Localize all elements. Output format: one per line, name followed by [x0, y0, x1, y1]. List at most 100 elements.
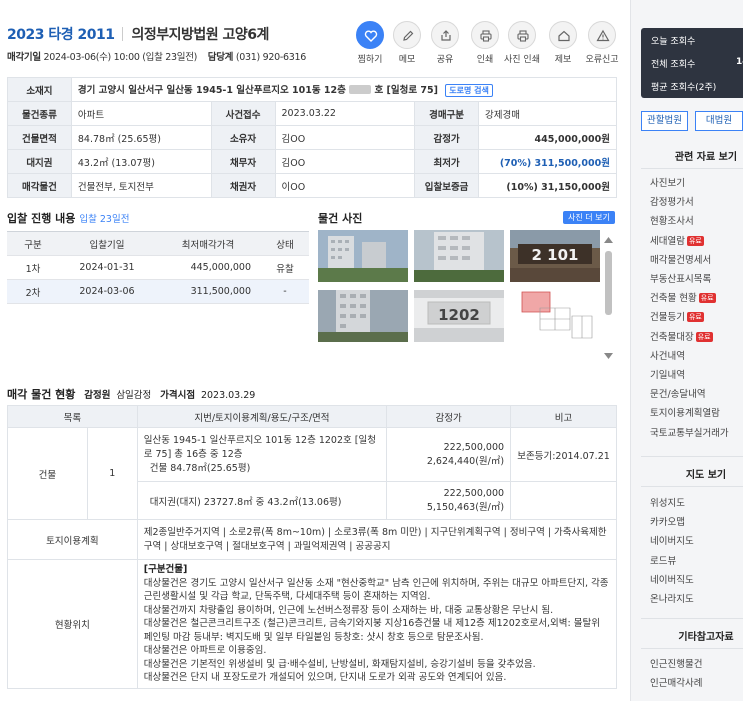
list-item[interactable]: 문건/송달내역 [650, 385, 729, 404]
bidding-header-row: 구분 입찰기일 최저매각가격 상태 [7, 231, 309, 256]
list-item[interactable]: 기일내역 [650, 366, 729, 385]
heart-icon [356, 21, 384, 49]
debtor-label: 채무자 [210, 149, 276, 174]
list-item[interactable]: 매각물건명세서 [650, 251, 729, 270]
filed-label: 사건접수 [210, 101, 276, 126]
list-item[interactable]: 현황조사서 [650, 212, 729, 231]
photo-thumbnail[interactable]: 2 101 [510, 230, 600, 282]
deposit: (10%) 31,150,000원 [478, 173, 617, 198]
etc-title: 기타참고자료 [678, 632, 734, 643]
list-item[interactable]: 건축물 현황 유료 [650, 289, 729, 308]
deposit-label: 입찰보증금 [414, 173, 480, 198]
printer-icon [471, 21, 499, 49]
photo-thumbnail[interactable]: 1202 [414, 290, 504, 342]
contact-number: (031) 920-6316 [235, 52, 306, 63]
table-row: 1차 2024-01-31 445,000,000 유찰 [7, 255, 309, 280]
contact-label: 담당계 [207, 52, 234, 63]
print-button[interactable]: 인쇄 [467, 21, 503, 65]
list-item[interactable]: 로드뷰 [650, 552, 694, 571]
photo-print-button[interactable]: 사진 인쇄 [504, 21, 540, 65]
type-label: 물건종류 [7, 101, 72, 126]
list-item[interactable]: 위성지도 [650, 494, 694, 513]
supreme-court-button[interactable]: 대법원 [695, 111, 743, 131]
scroll-up-icon [604, 237, 613, 243]
list-item[interactable]: 온나라지도 [650, 590, 694, 609]
list-item[interactable]: 인근진행물건 [650, 655, 702, 674]
list-item[interactable]: 네이버직도 [650, 571, 694, 590]
status-header-row: 목록 지번/토지이용계획/용도/구조/면적 감정가 비고 [7, 405, 617, 428]
photo-thumbnail[interactable] [510, 290, 600, 342]
list-item[interactable]: 부동산표시목록 [650, 270, 729, 289]
pencil-icon [393, 21, 421, 49]
bookmark-button[interactable]: 찜하기 [352, 21, 388, 65]
map-list: 위성지도 카카오맵 네이버지도 로드뷰 네이버직도 온나라지도 [650, 494, 694, 609]
building-area-label: 건물면적 [7, 125, 72, 150]
photo-scrollbar[interactable] [603, 231, 614, 361]
alert-icon [588, 21, 616, 49]
building-description: 일산동 1945-1 일산푸르지오 101동 12층 1202호 [일청로 75… [136, 427, 388, 482]
appraiser: 삼일감정 [116, 390, 152, 401]
report-button[interactable]: 제보 [545, 21, 581, 65]
share-button[interactable]: 공유 [427, 21, 463, 65]
memo-button[interactable]: 메모 [389, 21, 425, 65]
list-item[interactable]: 감정평가서 [650, 193, 729, 212]
unit-number-text: 1202 [438, 306, 480, 324]
photo-thumbnail[interactable] [318, 230, 408, 282]
days-left: 입찰 23일전 [79, 214, 130, 225]
building-sign-text: 2 101 [532, 246, 579, 264]
sale-object: 건물전부, 토지전부 [70, 173, 212, 198]
appraisal-price: 445,000,000원 [478, 125, 617, 150]
list-item[interactable]: 국토교통부실거래가 [650, 424, 729, 443]
list-item[interactable]: 인근매각사례 [650, 674, 702, 693]
property-status-table: 목록 지번/토지이용계획/용도/구조/면적 감정가 비고 건물 1 일산동 19… [7, 405, 618, 689]
list-item[interactable]: 사건내역 [650, 347, 729, 366]
address-text: 경기 고양시 일산서구 일산동 1945-1 일산푸르지오 101동 12층 [77, 85, 346, 96]
building-category: 건물 [7, 427, 88, 520]
property-type: 아파트 [70, 101, 212, 126]
table-row: 토지이용계획 제2종일반주거지역 | 소로2류(폭 8m~10m) | 소로3류… [7, 519, 618, 560]
photo-printer-icon [508, 21, 536, 49]
location-description: [구분건물] 대상물건은 경기도 고양시 일산서구 일산동 소재 "현산중학교"… [136, 559, 618, 689]
error-report-button[interactable]: 오류신고 [584, 21, 620, 65]
court-button[interactable]: 관할법원 [641, 111, 688, 131]
address-label: 소재지 [7, 77, 72, 102]
case-info-table: 소재지 경기 고양시 일산서구 일산동 1945-1 일산푸르지오 101동 1… [7, 77, 618, 198]
more-photos-button[interactable]: 사진 더 보기 [563, 211, 615, 224]
sale-object-label: 매각물건 [7, 173, 72, 198]
current-status-title: 매각 물건 현황 감정원 삼일감정 가격시점 2023.03.29 [7, 388, 256, 401]
photo-thumbnail[interactable] [414, 230, 504, 282]
land-description: 대지권(대지) 23727.8㎡ 중 43.2㎡(13.06평) [136, 481, 388, 520]
list-item[interactable]: 사진보기 [650, 174, 729, 193]
scroll-down-icon [604, 353, 613, 359]
building-area: 84.78㎡ (25.65평) [70, 125, 212, 150]
list-item[interactable]: 건물등기 유료 [650, 308, 729, 327]
table-row: 2차 2024-03-06 311,500,000 - [7, 279, 309, 304]
list-item[interactable]: 토지이용계획열람 [650, 404, 729, 423]
photo-thumbnail[interactable] [318, 290, 408, 342]
view-count-panel: 오늘 조회수 전체 조회수14 평균 조회수(2주) [641, 28, 743, 98]
list-item[interactable]: 카카오맵 [650, 513, 694, 532]
total-views: 전체 조회수14 [651, 57, 743, 70]
case-number: 2023 타경 2011 [7, 27, 115, 43]
list-item[interactable]: 세대열람 유료 [650, 232, 729, 251]
etc-list: 인근진행물건 인근매각사례 [650, 655, 702, 693]
land-label: 대지권 [7, 149, 72, 174]
debtor: 김OO [274, 149, 416, 174]
building-price: 222,500,000 2,624,440(원/㎡) [386, 427, 512, 482]
address-road: 호 [일청로 75] [374, 85, 438, 96]
sale-date: 2024-03-06(수) 10:00 (입찰 23일전) [43, 52, 198, 63]
min-price: (70%) 311,500,000원 [478, 149, 617, 174]
list-item[interactable]: 네이버지도 [650, 532, 694, 551]
list-item[interactable]: 건축물대장 유료 [650, 328, 729, 347]
road-search-button[interactable]: 도로명 검색 [445, 84, 493, 97]
auction-type: 강제경매 [478, 101, 617, 126]
action-bar: 찜하기 메모 공유 인쇄 사진 인쇄 제보 오류신고 [352, 21, 630, 65]
owner: 김OO [274, 125, 416, 150]
land-plan-category: 토지이용계획 [7, 519, 138, 560]
creditor-label: 채권자 [210, 173, 276, 198]
share-icon [431, 21, 459, 49]
land-plan-description: 제2종일반주거지역 | 소로2류(폭 8m~10m) | 소로3류(폭 8m 미… [136, 519, 618, 560]
scroll-thumb [605, 251, 612, 315]
land-price: 222,500,000 5,150,463(원/㎡) [386, 481, 512, 520]
location-category: 현황위치 [7, 559, 138, 689]
